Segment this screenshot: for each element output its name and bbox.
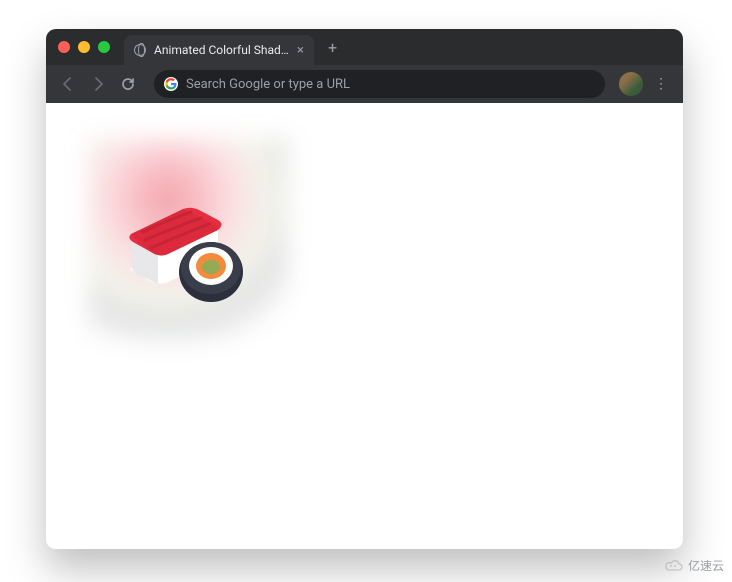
globe-icon — [134, 44, 146, 56]
close-window-button[interactable] — [58, 41, 70, 53]
watermark-text: 亿速云 — [688, 557, 724, 574]
close-tab-button[interactable]: × — [297, 44, 304, 57]
browser-window: Animated Colorful Shadow × + Search Goog — [46, 29, 683, 549]
new-tab-button[interactable]: + — [328, 38, 337, 57]
minimize-window-button[interactable] — [78, 41, 90, 53]
title-bar: Animated Colorful Shadow × + — [46, 29, 683, 65]
watermark: 亿速云 — [662, 557, 724, 574]
profile-avatar[interactable] — [619, 72, 643, 96]
page-content — [46, 103, 683, 549]
browser-tab[interactable]: Animated Colorful Shadow × — [124, 35, 314, 65]
animated-shadow-demo — [88, 139, 288, 339]
forward-button[interactable] — [86, 72, 110, 96]
omnibox-placeholder: Search Google or type a URL — [186, 77, 350, 92]
toolbar: Search Google or type a URL ⋮ — [46, 65, 683, 103]
google-icon — [164, 77, 178, 91]
back-button[interactable] — [56, 72, 80, 96]
address-bar[interactable]: Search Google or type a URL — [154, 70, 605, 98]
tab-title: Animated Colorful Shadow — [154, 43, 289, 57]
traffic-lights — [58, 41, 110, 53]
maximize-window-button[interactable] — [98, 41, 110, 53]
chrome-menu-button[interactable]: ⋮ — [649, 76, 673, 92]
reload-button[interactable] — [116, 72, 140, 96]
cloud-icon — [662, 559, 684, 573]
sushi-icon — [113, 164, 263, 314]
